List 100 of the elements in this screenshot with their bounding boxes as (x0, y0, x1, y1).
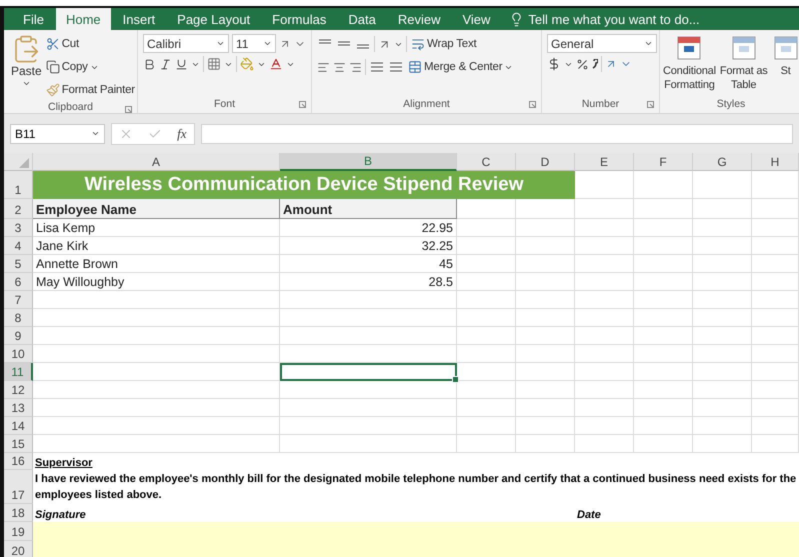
empty-cell[interactable] (752, 171, 799, 199)
paste-button[interactable]: Paste (9, 34, 44, 100)
empty-cell[interactable] (575, 417, 634, 435)
row-header[interactable]: 12 (4, 381, 33, 399)
empty-cell[interactable] (634, 171, 693, 199)
empty-cell[interactable] (280, 309, 457, 327)
empty-cell[interactable] (634, 381, 693, 399)
empty-cell[interactable] (457, 291, 516, 309)
empty-cell[interactable] (752, 435, 799, 453)
empty-cell[interactable] (752, 255, 799, 273)
empty-cell[interactable] (516, 219, 575, 237)
row-header[interactable]: 7 (4, 291, 33, 309)
input-area[interactable] (33, 522, 799, 541)
row-header[interactable]: 19 (4, 522, 33, 541)
empty-cell[interactable] (457, 417, 516, 435)
empty-cell[interactable] (457, 219, 516, 237)
formula-field[interactable] (201, 124, 793, 144)
empty-cell[interactable] (516, 237, 575, 255)
dialog-launcher-icon[interactable] (529, 101, 536, 108)
ribbon-tab[interactable]: Page Layout (167, 8, 260, 30)
ribbon-tab[interactable]: View (452, 8, 500, 30)
empty-cell[interactable] (575, 273, 634, 291)
empty-cell[interactable] (634, 255, 693, 273)
empty-cell[interactable] (575, 327, 634, 345)
format-painter-button[interactable]: Format Painter (44, 80, 136, 100)
empty-cell[interactable] (634, 435, 693, 453)
ribbon-tab[interactable]: Data (338, 8, 386, 30)
empty-cell[interactable] (575, 435, 634, 453)
empty-cell[interactable] (693, 417, 752, 435)
row-header[interactable]: 6 (4, 273, 33, 291)
empty-cell[interactable] (693, 171, 752, 199)
empty-cell[interactable] (516, 435, 575, 453)
empty-cell[interactable] (752, 417, 799, 435)
empty-cell[interactable] (575, 309, 634, 327)
column-header[interactable]: H (752, 153, 799, 171)
column-header[interactable]: A (33, 153, 280, 171)
empty-cell[interactable] (693, 345, 752, 363)
column-header[interactable]: G (693, 153, 752, 171)
dialog-launcher-icon[interactable] (647, 101, 654, 108)
empty-cell[interactable] (516, 291, 575, 309)
empty-cell[interactable] (752, 237, 799, 255)
empty-cell[interactable] (752, 199, 799, 219)
empty-cell[interactable] (575, 219, 634, 237)
empty-cell[interactable] (634, 273, 693, 291)
dialog-launcher-icon[interactable] (299, 101, 306, 108)
empty-cell[interactable] (575, 291, 634, 309)
empty-cell[interactable] (575, 345, 634, 363)
empty-cell[interactable] (280, 327, 457, 345)
empty-cell[interactable] (516, 363, 575, 381)
empty-cell[interactable] (457, 237, 516, 255)
empty-cell[interactable] (693, 199, 752, 219)
row-header[interactable]: 15 (4, 435, 33, 453)
row-header[interactable]: 10 (4, 345, 33, 363)
row-header[interactable]: 8 (4, 309, 33, 327)
row-header[interactable]: 4 (4, 237, 33, 255)
tell-me-field[interactable]: Tell me what you want to do... (528, 12, 700, 26)
empty-cell[interactable] (693, 291, 752, 309)
empty-cell[interactable] (575, 399, 634, 417)
empty-cell[interactable] (457, 309, 516, 327)
font-size-dropdown[interactable]: 11 (232, 34, 276, 53)
row-header[interactable]: 16 (4, 453, 33, 470)
empty-cell[interactable] (752, 273, 799, 291)
empty-cell[interactable] (634, 345, 693, 363)
empty-cell[interactable] (693, 399, 752, 417)
select-all-button[interactable] (4, 153, 33, 171)
empty-cell[interactable] (693, 327, 752, 345)
ribbon-tab[interactable]: Insert (112, 8, 166, 30)
empty-cell[interactable] (516, 327, 575, 345)
empty-cell[interactable] (457, 273, 516, 291)
styles-button[interactable]: St (772, 34, 799, 95)
empty-cell[interactable] (575, 237, 634, 255)
empty-cell[interactable] (575, 199, 634, 219)
empty-cell[interactable] (634, 363, 693, 381)
empty-cell[interactable] (634, 327, 693, 345)
column-header[interactable]: C (457, 153, 516, 171)
empty-cell[interactable] (752, 219, 799, 237)
empty-cell[interactable] (516, 399, 575, 417)
empty-cell[interactable] (280, 399, 457, 417)
empty-cell[interactable] (575, 255, 634, 273)
wrap-text-button[interactable]: Wrap Text (410, 34, 478, 54)
empty-cell[interactable] (516, 273, 575, 291)
column-header[interactable]: D (516, 153, 575, 171)
copy-button[interactable]: Copy (44, 57, 136, 77)
empty-cell[interactable] (457, 399, 516, 417)
empty-cell[interactable] (693, 255, 752, 273)
dialog-launcher-icon[interactable] (125, 106, 132, 113)
empty-cell[interactable] (280, 435, 457, 453)
empty-cell[interactable] (516, 417, 575, 435)
ribbon-tab[interactable]: File (13, 8, 54, 30)
insert-function-button[interactable]: fx (177, 126, 187, 142)
empty-cell[interactable] (575, 363, 634, 381)
empty-cell[interactable] (457, 363, 516, 381)
empty-cell[interactable] (693, 435, 752, 453)
row-header[interactable]: 2 (4, 199, 33, 219)
empty-cell[interactable] (280, 381, 457, 399)
empty-cell[interactable] (280, 291, 457, 309)
row-header[interactable]: 5 (4, 255, 33, 273)
empty-cell[interactable] (516, 199, 575, 219)
active-cell[interactable] (280, 363, 457, 381)
row-header[interactable]: 9 (4, 327, 33, 345)
